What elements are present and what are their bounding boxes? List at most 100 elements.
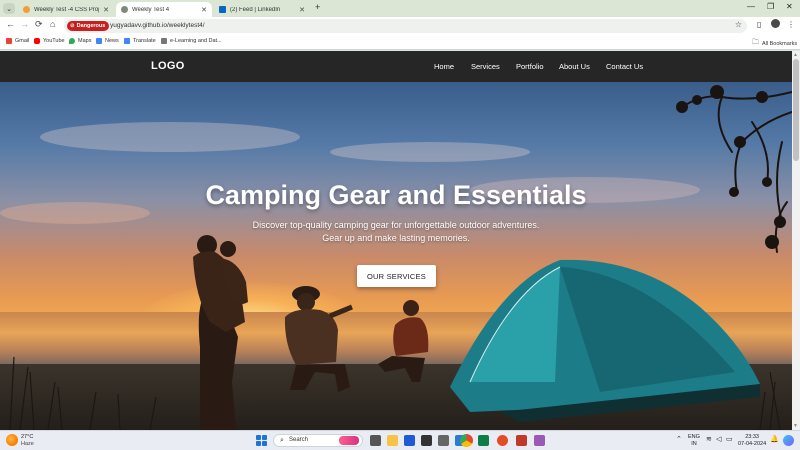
wifi-icon[interactable]: ≋ [706, 435, 712, 443]
site-logo[interactable]: LOGO [151, 60, 185, 72]
clock[interactable]: 23:33 07-04-2024 [738, 434, 766, 448]
app-icon[interactable] [478, 435, 489, 446]
tab-title: (2) Feed | LinkedIn [230, 6, 281, 13]
tab-title: Weekly Test -4 CSS Properties [34, 6, 99, 13]
tab-css-properties[interactable]: Weekly Test -4 CSS Properties ✕ [18, 2, 114, 17]
app-icon[interactable] [534, 435, 545, 446]
show-hidden-icons-chevron[interactable]: ⌃ [676, 435, 682, 443]
url-text[interactable]: yugyadavv.github.io/weeklytest4/ [110, 22, 205, 29]
language-code: ENG [688, 434, 700, 440]
bookmark-elearning[interactable]: e-Learning and Dat... [161, 38, 222, 44]
our-services-button[interactable]: OUR SERVICES [357, 265, 436, 287]
language-region: IN [691, 441, 697, 447]
forward-button[interactable]: → [20, 19, 29, 29]
bookmark-label: e-Learning and Dat... [170, 38, 222, 44]
nav-home[interactable]: Home [434, 62, 454, 71]
volume-icon[interactable]: ◁ [716, 435, 721, 443]
bookmark-label: YouTube [43, 38, 65, 44]
page-scrollbar[interactable]: ▲ ▼ [792, 51, 800, 430]
scroll-down-arrow-icon[interactable]: ▼ [793, 423, 798, 429]
browser-toolbar: ← → ⟳ ⌂ ⊘ Dangerous yugyadavv.github.io/… [0, 17, 800, 35]
search-icon: ⌕ [280, 437, 284, 444]
taskbar-search[interactable]: ⌕ Search [273, 434, 363, 447]
nav-services[interactable]: Services [471, 62, 500, 71]
bookmark-label: All Bookmarks [762, 40, 798, 47]
scroll-up-arrow-icon[interactable]: ▲ [793, 52, 798, 58]
tab-close-icon[interactable]: ✕ [299, 6, 305, 14]
settings-gear-icon[interactable] [438, 435, 449, 446]
reload-button[interactable]: ⟳ [35, 19, 43, 30]
language-indicator[interactable]: ENG IN [688, 434, 700, 448]
side-panel-icon[interactable]: ▯ [757, 20, 761, 29]
windows-start-icon[interactable] [256, 435, 267, 446]
copilot-icon[interactable] [783, 435, 794, 446]
new-tab-button[interactable]: + [315, 2, 320, 12]
tab-search-icon[interactable]: ⌄ [3, 3, 15, 14]
scrollbar-thumb[interactable] [793, 59, 799, 161]
nav-contact-us[interactable]: Contact Us [606, 62, 643, 71]
app-icon[interactable] [421, 435, 432, 446]
nav-about-us[interactable]: About Us [559, 62, 590, 71]
chrome-icon[interactable] [460, 434, 473, 447]
maximize-button[interactable]: ❐ [767, 2, 774, 11]
hero-title: Camping Gear and Essentials [205, 180, 587, 210]
hero-subtitle-line-2: Gear up and make lasting memories. [322, 233, 470, 243]
news-icon [96, 38, 102, 44]
hero-section: Camping Gear and Essentials Discover top… [0, 82, 792, 430]
notification-bell-icon[interactable]: 🔔 [770, 435, 779, 443]
taskbar: 27°C Haze ⌕ Search ⌃ ENG IN ≋ ◁ ▭ 23:33 … [0, 430, 800, 450]
bookmark-maps[interactable]: Maps [69, 38, 91, 44]
tab-favicon-icon [23, 6, 30, 13]
tab-close-icon[interactable]: ✕ [201, 6, 207, 14]
hero-subtitle-line-1: Discover top-quality camping gear for un… [252, 220, 540, 230]
campers-silhouette [9, 235, 781, 430]
home-button[interactable]: ⌂ [50, 19, 55, 29]
elearning-icon [161, 38, 167, 44]
address-bar[interactable]: ⊘ Dangerous yugyadavv.github.io/weeklyte… [64, 19, 747, 33]
folder-icon: 🗀 [752, 39, 759, 46]
app-icon[interactable] [516, 435, 527, 446]
bookmark-translate[interactable]: Translate [124, 38, 156, 44]
bookmark-news[interactable]: News [96, 38, 119, 44]
translate-icon [124, 38, 130, 44]
tab-close-icon[interactable]: ✕ [103, 6, 109, 14]
gmail-icon [6, 38, 12, 44]
all-bookmarks-folder[interactable]: 🗀 All Bookmarks [752, 38, 797, 49]
warning-icon: ⊘ [70, 23, 75, 29]
security-warning-badge[interactable]: ⊘ Dangerous [67, 21, 110, 31]
search-highlight-icon [339, 436, 359, 445]
site-navbar: LOGO Home Services Portfolio About Us Co… [0, 51, 792, 82]
weather-condition[interactable]: Haze [21, 441, 34, 447]
taskbar-search-label: Search [289, 437, 309, 443]
tab-favicon-icon [121, 6, 128, 13]
tab-strip: ⌄ Weekly Test -4 CSS Properties ✕ Weekly… [0, 0, 800, 17]
task-view-icon[interactable] [370, 435, 381, 446]
weather-temperature[interactable]: 27°C [21, 434, 33, 440]
bookmark-gmail[interactable]: Gmail [6, 38, 29, 44]
bookmark-star-icon[interactable]: ☆ [735, 20, 742, 29]
close-window-button[interactable]: ✕ [786, 2, 793, 11]
nav-portfolio[interactable]: Portfolio [516, 62, 544, 71]
weather-sun-icon[interactable] [6, 434, 18, 446]
tab-title: Weekly Test 4 [132, 6, 170, 13]
bookmark-label: News [105, 38, 119, 44]
minimize-button[interactable]: — [747, 2, 755, 11]
brave-icon[interactable] [497, 435, 508, 446]
bookmark-label: Translate [133, 38, 156, 44]
clock-date: 07-04-2024 [738, 441, 767, 447]
bookmark-label: Gmail [15, 38, 30, 44]
file-explorer-icon[interactable] [387, 435, 398, 446]
bookmark-youtube[interactable]: YouTube [34, 38, 65, 44]
bookmarks-bar: Gmail YouTube Maps News Translate e-Lear… [0, 35, 800, 50]
vscode-icon[interactable] [404, 435, 415, 446]
back-button[interactable]: ← [6, 19, 15, 29]
tab-linkedin[interactable]: (2) Feed | LinkedIn ✕ [214, 2, 310, 17]
maps-icon [69, 38, 75, 44]
battery-icon[interactable]: ▭ [726, 435, 733, 443]
menu-kebab-icon[interactable]: ⋮ [787, 20, 795, 29]
bookmark-label: Maps [78, 38, 92, 44]
security-badge-label: Dangerous [76, 23, 106, 29]
profile-avatar[interactable] [771, 19, 780, 28]
tab-weekly-test-4[interactable]: Weekly Test 4 ✕ [116, 2, 212, 17]
page-viewport: LOGO Home Services Portfolio About Us Co… [0, 51, 792, 430]
